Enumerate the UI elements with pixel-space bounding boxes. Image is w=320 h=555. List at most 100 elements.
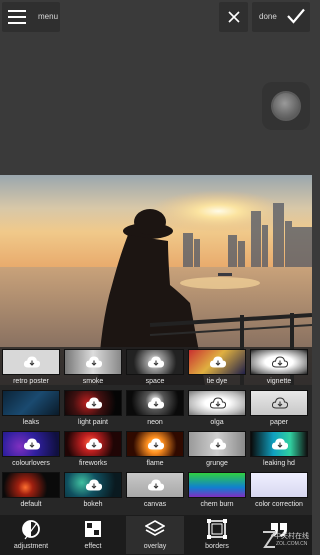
compare-button[interactable] [262, 82, 310, 130]
effect-tile-label: grunge [206, 460, 228, 467]
effect-tile[interactable]: space [126, 349, 184, 389]
menu-label: menu [38, 12, 59, 21]
cloud-download-icon [272, 397, 288, 409]
effect-tile-label: paper [270, 419, 288, 426]
effect-tile-label: fireworks [78, 460, 107, 467]
borders-label: borders [205, 543, 229, 550]
cloud-download-icon [148, 438, 164, 450]
effect-tile[interactable]: fireworks [64, 431, 122, 471]
effect-tile[interactable]: bokeh [64, 472, 122, 512]
adjustment-icon [22, 520, 40, 540]
overlay-tab[interactable]: overlay [126, 516, 184, 554]
effect-tile-label: flame [146, 460, 164, 467]
close-icon [227, 11, 240, 23]
effect-thumbnail [126, 472, 184, 498]
cloud-download-icon [86, 397, 102, 409]
cloud-download-icon [24, 438, 40, 450]
hamburger-icon [8, 10, 26, 24]
effect-thumbnail [64, 349, 122, 375]
effect-tile[interactable]: smoke [64, 349, 122, 389]
effect-grid: retro poster smoke space tie dye vignette lea… [0, 347, 312, 515]
effect-thumbnail [2, 431, 60, 457]
effect-tile-label: leaks [22, 419, 40, 426]
effect-thumbnail [250, 390, 308, 416]
effect-thumbnail [188, 472, 246, 498]
effect-thumbnail [188, 431, 246, 457]
effect-thumbnail [126, 349, 184, 375]
effect-tile[interactable]: leaking hd [250, 431, 308, 471]
checkmark-icon [287, 8, 305, 24]
effect-tile[interactable]: chem burn [188, 472, 246, 512]
effect-tile[interactable]: olga [188, 390, 246, 430]
adjustment-label: adjustment [13, 543, 49, 550]
cloud-download-icon [86, 438, 102, 450]
effect-tile-label: light paint [78, 419, 108, 426]
watermark-logo: 中关村在线 ZOL.COM.CN [262, 526, 312, 554]
effect-tile-label: bokeh [83, 501, 103, 508]
effect-tile-label: color correction [255, 501, 303, 508]
effect-thumbnail [64, 431, 122, 457]
overlay-icon [145, 520, 165, 536]
borders-icon [207, 519, 227, 539]
effect-tile-label: space [145, 378, 165, 385]
cloud-download-icon [86, 479, 102, 491]
cloud-download-icon [210, 397, 226, 409]
effect-tile-label: tie dye [206, 378, 228, 385]
effect-tab[interactable]: effect [64, 516, 122, 554]
effect-thumbnail [64, 390, 122, 416]
effect-tile[interactable]: canvas [126, 472, 184, 512]
adjustment-tab[interactable]: adjustment [2, 516, 60, 554]
done-button[interactable]: done [252, 2, 310, 32]
effect-tile[interactable]: neon [126, 390, 184, 430]
watermark-text: 中关村在线 [274, 533, 309, 540]
effect-tile[interactable]: retro poster [2, 349, 60, 389]
effect-tile[interactable]: vignette [250, 349, 308, 389]
effect-tile-label: chem burn [200, 501, 234, 508]
effect-thumbnail [64, 472, 122, 498]
effect-tile-label: olga [210, 419, 224, 426]
effect-tile[interactable]: colourlovers [2, 431, 60, 471]
effect-tile-label: colourlovers [12, 460, 50, 467]
effect-tile-label: vignette [266, 378, 292, 385]
cloud-download-icon [148, 479, 164, 491]
watermark-domain: ZOL.COM.CN [276, 541, 308, 547]
effect-tile[interactable]: leaks [2, 390, 60, 430]
effect-tile-label: neon [147, 419, 163, 426]
cloud-download-icon [210, 438, 226, 450]
top-bar: menu done [0, 0, 312, 36]
effect-label: effect [84, 543, 102, 550]
overlay-label: overlay [143, 543, 167, 550]
cloud-download-icon [24, 356, 40, 368]
close-button[interactable] [219, 2, 248, 32]
cloud-download-icon [86, 356, 102, 368]
borders-tab[interactable]: borders [188, 516, 246, 554]
effect-tile[interactable]: tie dye [188, 349, 246, 389]
effect-tile[interactable]: light paint [64, 390, 122, 430]
effect-tile[interactable]: paper [250, 390, 308, 430]
menu-button[interactable]: menu [2, 2, 60, 32]
effect-thumbnail [250, 431, 308, 457]
effect-tile[interactable]: color correction [250, 472, 308, 512]
done-label: done [259, 12, 277, 21]
cloud-download-icon [272, 356, 288, 368]
effect-tile-label: smoke [82, 378, 104, 385]
effect-thumbnail [250, 349, 308, 375]
effect-thumbnail [188, 390, 246, 416]
effect-thumbnail [250, 472, 308, 498]
cloud-download-icon [148, 397, 164, 409]
effect-tile[interactable]: default [2, 472, 60, 512]
effect-tile-label: canvas [143, 501, 167, 508]
effect-thumbnail [2, 349, 60, 375]
effect-tile[interactable]: grunge [188, 431, 246, 471]
cloud-download-icon [148, 356, 164, 368]
cloud-download-icon [210, 356, 226, 368]
cloud-download-icon [272, 438, 288, 450]
effect-thumbnail [188, 349, 246, 375]
effect-tile-label: leaking hd [263, 460, 295, 467]
compare-icon [271, 91, 301, 121]
effect-tile[interactable]: flame [126, 431, 184, 471]
effect-tile-label: default [20, 501, 42, 508]
effect-thumbnail [126, 390, 184, 416]
effect-thumbnail [2, 390, 60, 416]
effect-tile-label: retro poster [13, 378, 49, 385]
